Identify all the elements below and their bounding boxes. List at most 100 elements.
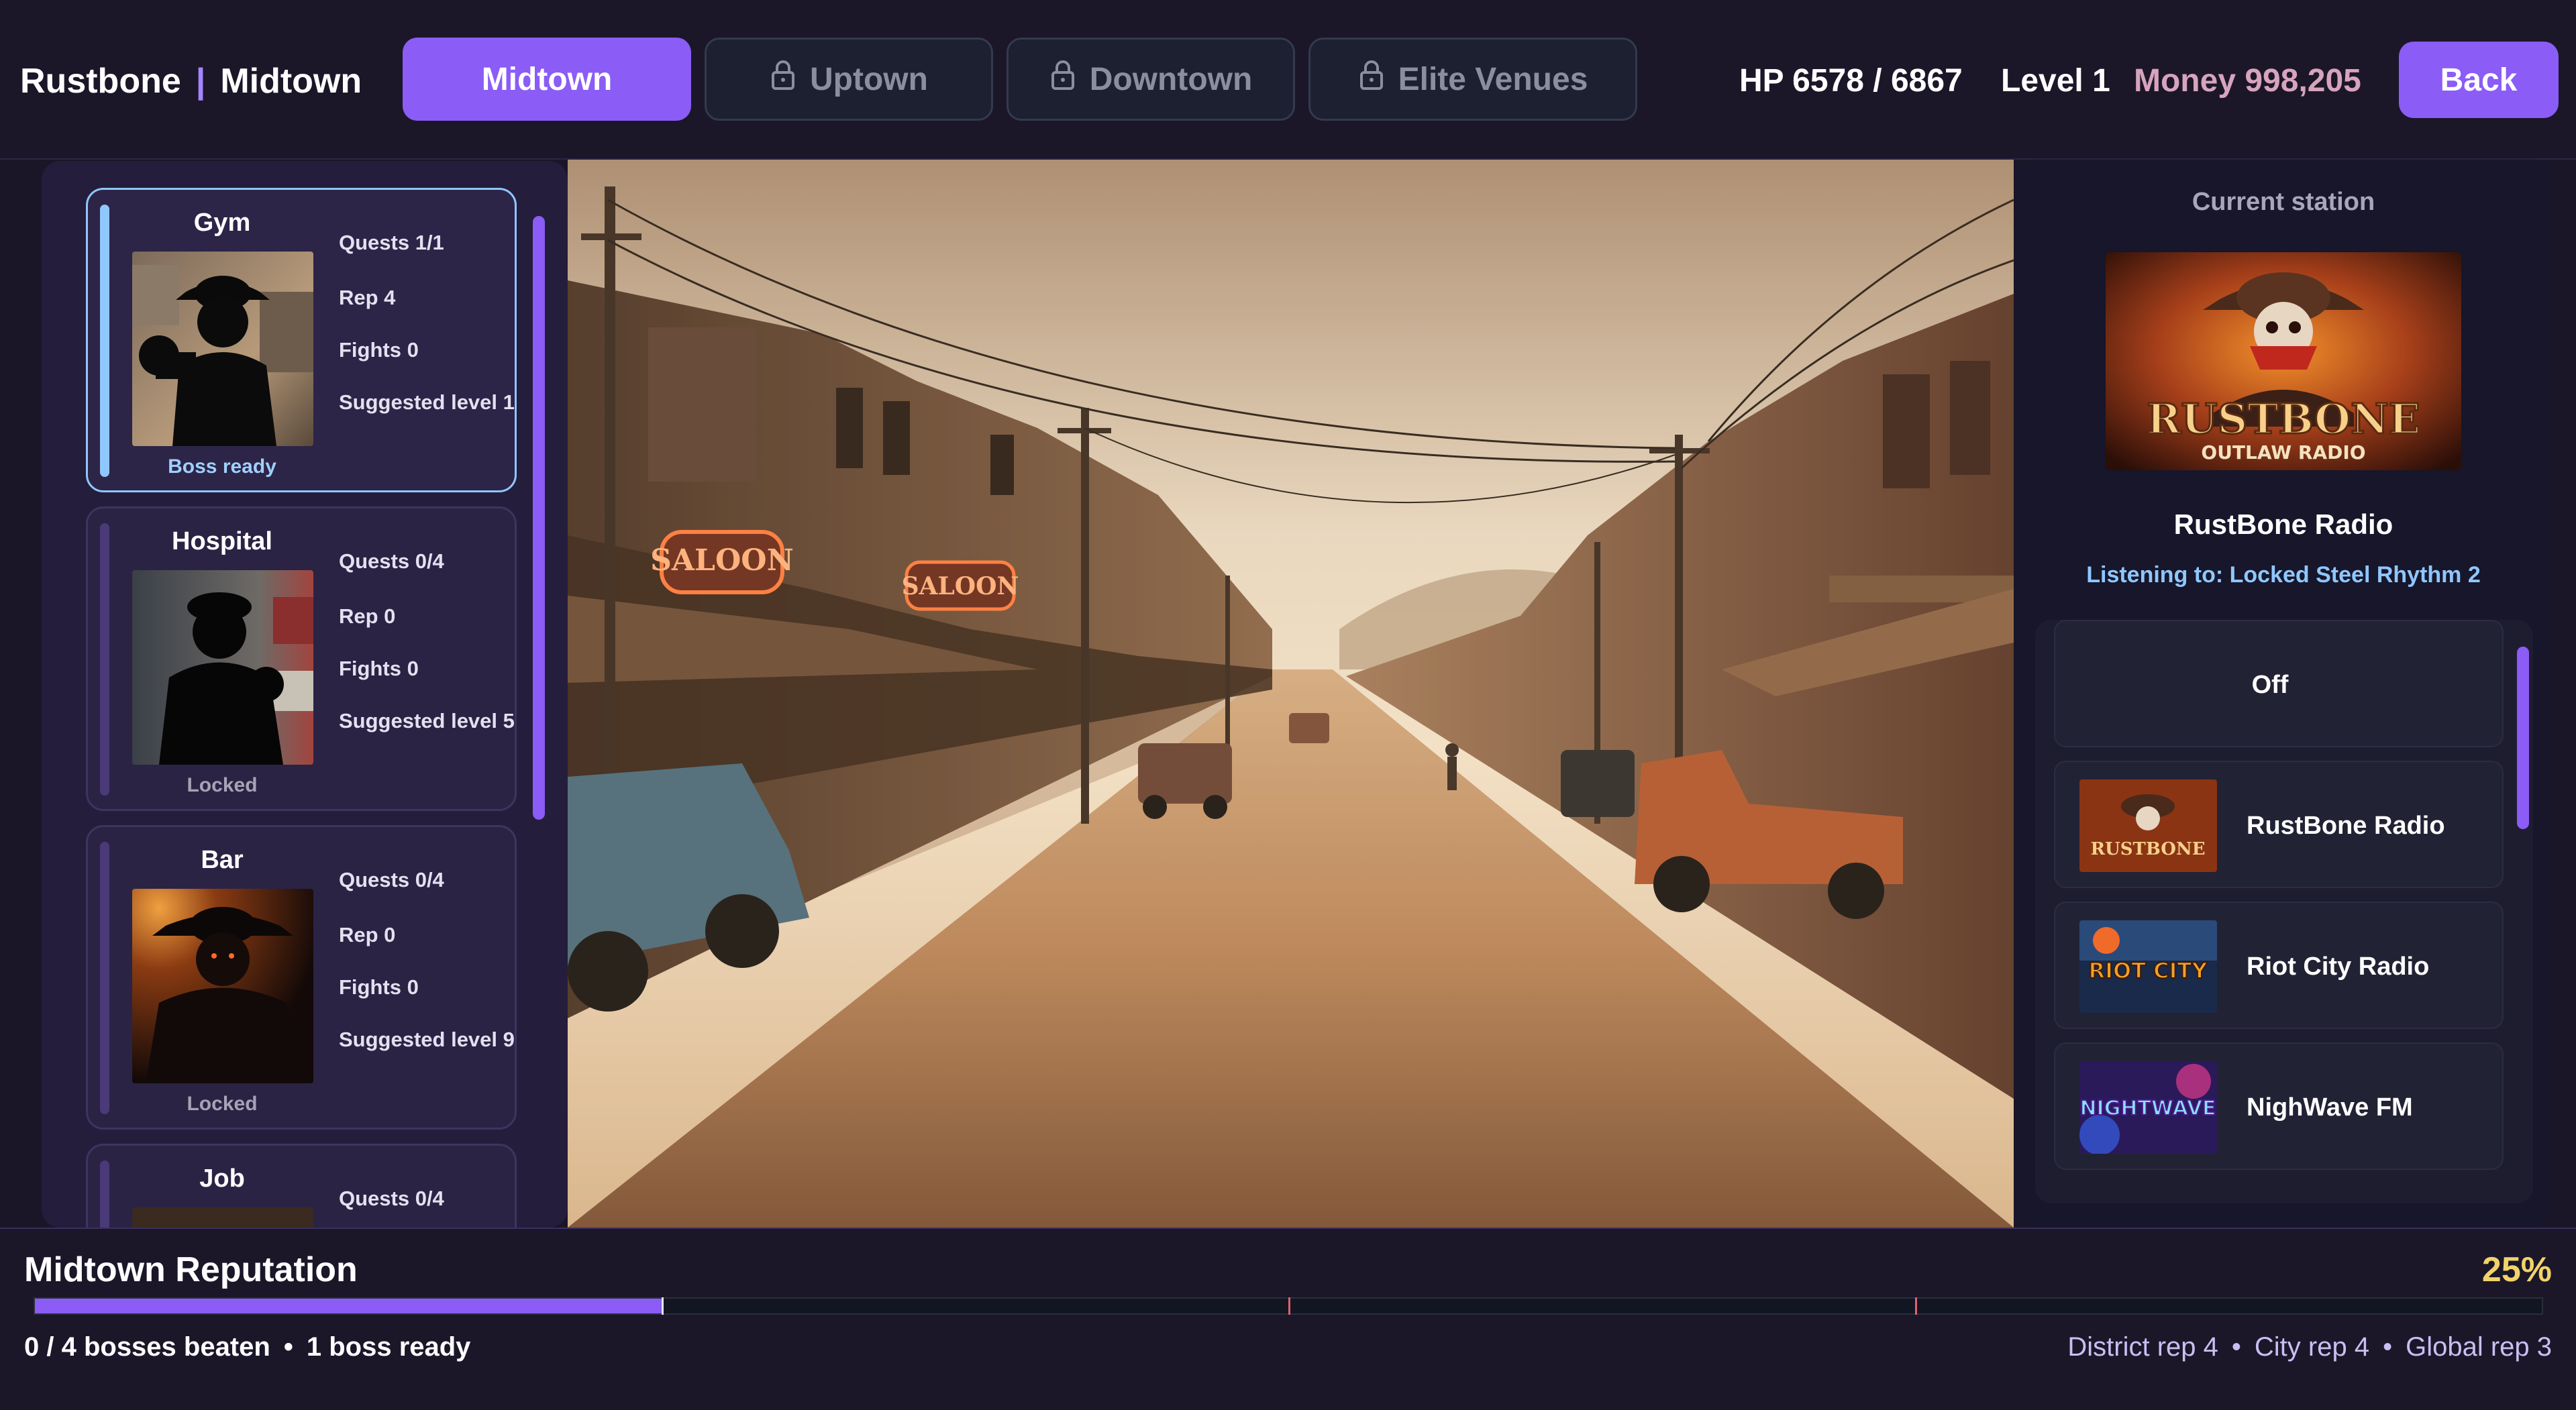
money-readout: Money 998,205 bbox=[2134, 63, 2361, 99]
radio-panel: Current station RUSTBONE OUTLAW RADIO Ru… bbox=[2015, 160, 2552, 1228]
bosses-beaten: 0 / 4 bosses beaten bbox=[24, 1332, 270, 1362]
gym-boss-portrait bbox=[132, 252, 313, 446]
lock-icon bbox=[770, 59, 796, 99]
progress-milestone-tick bbox=[662, 1297, 664, 1315]
location-fights: Fights 0 bbox=[339, 338, 419, 362]
riot-city-radio-thumb: RIOT CITY bbox=[2079, 920, 2217, 1013]
district-name: Midtown bbox=[220, 62, 362, 101]
bullet-separator: • bbox=[283, 1332, 293, 1362]
back-button[interactable]: Back bbox=[2399, 42, 2559, 118]
location-rep: Rep 4 bbox=[339, 286, 396, 309]
top-bar: Rustbone | Midtown Midtown Uptown Downtown… bbox=[0, 0, 2576, 160]
card-accent bbox=[100, 523, 109, 796]
location-fights: Fights 0 bbox=[339, 657, 419, 680]
rustbone-radio-thumb: RUSTBONE bbox=[2079, 779, 2217, 872]
boss-ready-count: 1 boss ready bbox=[306, 1332, 471, 1362]
location-name: Hospital bbox=[172, 527, 272, 555]
tab-elite-venues[interactable]: Elite Venues bbox=[1308, 38, 1637, 121]
location-suggested-level: Suggested level 1 bbox=[339, 390, 515, 414]
now-playing: Listening to: Locked Steel Rhythm 2 bbox=[2086, 562, 2481, 588]
current-station-art: RUSTBONE OUTLAW RADIO bbox=[2106, 252, 2461, 470]
station-label: Off bbox=[2251, 671, 2289, 699]
tab-midtown[interactable]: Midtown bbox=[403, 38, 691, 121]
location-card-bar[interactable]: Bar Quests 0/4 Rep 0 Fights 0 Suggested … bbox=[86, 825, 517, 1130]
station-label: Riot City Radio bbox=[2247, 953, 2430, 981]
station-option-off[interactable]: Off bbox=[2054, 620, 2504, 747]
bar-boss-portrait bbox=[132, 889, 313, 1083]
reputation-percent: 25% bbox=[2481, 1250, 2552, 1289]
location-status: Boss ready bbox=[168, 455, 276, 478]
location-quests: Quests 0/4 bbox=[339, 868, 444, 891]
district-rep: District rep 4 bbox=[2067, 1332, 2218, 1362]
lock-icon bbox=[1358, 59, 1385, 99]
location-suggested-level: Suggested level 9 bbox=[339, 1028, 515, 1051]
thumb-title: RUSTBONE bbox=[2090, 839, 2205, 859]
card-accent bbox=[100, 205, 109, 477]
location-suggested-level: Suggested level 5 bbox=[339, 709, 515, 733]
location-stats: Quests 0/4 Rep 0 Fights 0 Suggested leve… bbox=[339, 546, 515, 758]
tab-label: Uptown bbox=[810, 61, 928, 97]
reputation-progress-track bbox=[34, 1297, 2543, 1315]
tab-label: Midtown bbox=[481, 61, 613, 97]
station-option-nighwave[interactable]: NIGHTWAVE NighWave FM bbox=[2054, 1042, 2504, 1170]
card-accent bbox=[100, 1160, 109, 1228]
location-stats: Quests 0/4 bbox=[339, 1183, 513, 1228]
bullet-separator: • bbox=[2383, 1332, 2393, 1362]
reputation-breakdown: District rep 4 • City rep 4 • Global rep 3 bbox=[2067, 1327, 2552, 1367]
bullet-separator: • bbox=[2231, 1332, 2241, 1362]
location-name: Gym bbox=[193, 209, 251, 237]
location-name: Bar bbox=[201, 846, 244, 874]
reputation-title: Midtown Reputation bbox=[24, 1250, 358, 1289]
station-option-riot-city[interactable]: RIOT CITY Riot City Radio bbox=[2054, 902, 2504, 1029]
district-scene: SALOON SALOON bbox=[568, 160, 2014, 1228]
location-name: Job bbox=[199, 1164, 245, 1193]
tab-downtown[interactable]: Downtown bbox=[1007, 38, 1295, 121]
location-fights: Fights 0 bbox=[339, 975, 419, 999]
thumb-title: NIGHTWAVE bbox=[2079, 1097, 2216, 1120]
progress-milestone-tick bbox=[1288, 1297, 1290, 1315]
station-label: RustBone Radio bbox=[2247, 812, 2445, 840]
location-status: Locked bbox=[187, 1093, 258, 1115]
hp-readout: HP 6578 / 6867 bbox=[1739, 63, 1963, 99]
title-separator: | bbox=[195, 62, 206, 101]
station-option-rustbone[interactable]: RUSTBONE RustBone Radio bbox=[2054, 761, 2504, 888]
progress-milestone-tick bbox=[1915, 1297, 1917, 1315]
hospital-boss-portrait bbox=[132, 570, 313, 765]
location-quests: Quests 1/1 bbox=[339, 231, 444, 254]
current-station-heading: Current station bbox=[2192, 188, 2375, 216]
tab-label: Downtown bbox=[1089, 61, 1253, 97]
city-name: Rustbone bbox=[20, 62, 181, 101]
tab-uptown[interactable]: Uptown bbox=[705, 38, 993, 121]
location-card-gym[interactable]: Gym Quests 1/1 Rep 4 Fights 0 Suggested … bbox=[86, 188, 517, 492]
current-station-name: RustBone Radio bbox=[2173, 508, 2393, 540]
job-boss-portrait bbox=[132, 1207, 313, 1228]
station-list-scrollbar[interactable] bbox=[2517, 647, 2529, 829]
location-quests: Quests 0/4 bbox=[339, 549, 444, 573]
card-accent bbox=[100, 842, 109, 1114]
reputation-bar: Midtown Reputation 25% 0 / 4 bosses beat… bbox=[0, 1228, 2576, 1410]
location-stats: Quests 1/1 Rep 4 Fights 0 Suggested leve… bbox=[339, 227, 515, 439]
location-list-scrollbar[interactable] bbox=[533, 216, 545, 820]
location-card-job[interactable]: Job Quests 0/4 bbox=[86, 1144, 517, 1228]
bosses-summary: 0 / 4 bosses beaten • 1 boss ready bbox=[24, 1327, 470, 1367]
location-rep: Rep 0 bbox=[339, 923, 396, 946]
station-label: NighWave FM bbox=[2247, 1093, 2413, 1122]
nighwave-fm-thumb: NIGHTWAVE bbox=[2079, 1061, 2217, 1154]
station-art-title: RUSTBONE bbox=[2147, 394, 2420, 443]
station-list: Off RUSTBONE RustBone Radio RIOT CITY Ri… bbox=[2035, 620, 2533, 1203]
station-art-subtitle: OUTLAW RADIO bbox=[2201, 441, 2365, 464]
location-rep: Rep 0 bbox=[339, 604, 396, 628]
location-list-panel: Gym Quests 1/1 Rep 4 Fights 0 Suggested … bbox=[42, 161, 568, 1228]
location-stats: Quests 0/4 Rep 0 Fights 0 Suggested leve… bbox=[339, 865, 515, 1077]
thumb-title: RIOT CITY bbox=[2088, 958, 2208, 983]
location-title: Rustbone | Midtown bbox=[20, 58, 362, 105]
location-status: Locked bbox=[187, 774, 258, 796]
level-readout: Level 1 bbox=[2001, 63, 2110, 99]
location-card-hospital[interactable]: Hospital Quests 0/4 Rep 0 Fights 0 Sugge… bbox=[86, 506, 517, 811]
global-rep: Global rep 3 bbox=[2406, 1332, 2552, 1362]
city-rep: City rep 4 bbox=[2254, 1332, 2370, 1362]
reputation-progress-fill bbox=[35, 1299, 662, 1313]
location-quests: Quests 0/4 bbox=[339, 1187, 444, 1210]
tab-label: Elite Venues bbox=[1398, 61, 1588, 97]
lock-icon bbox=[1049, 59, 1076, 99]
